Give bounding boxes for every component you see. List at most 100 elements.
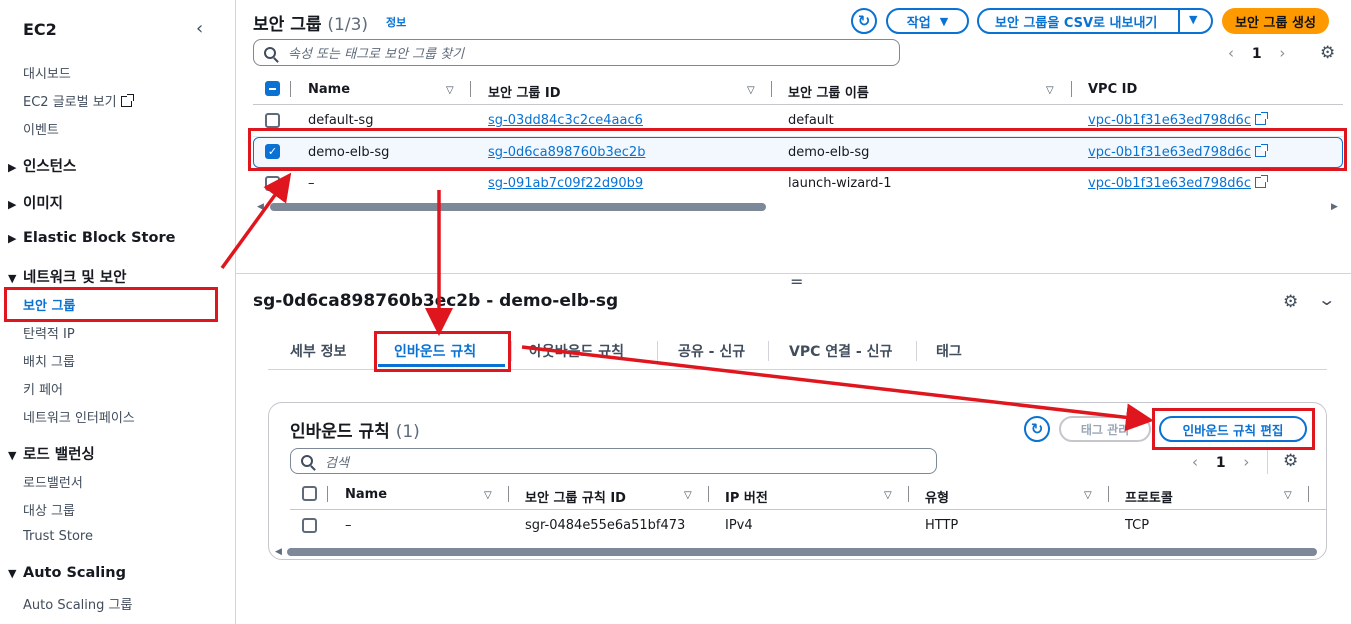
- chevron-left-icon[interactable]: ‹: [1192, 453, 1198, 471]
- sort-icon[interactable]: ▽: [684, 490, 692, 501]
- sidebar-item-trust-store[interactable]: Trust Store: [23, 529, 93, 544]
- gear-icon[interactable]: ⚙: [1320, 43, 1335, 63]
- select-all-checkbox[interactable]: [302, 486, 317, 501]
- caret-down-icon: ▼: [8, 272, 17, 285]
- divider: [1267, 450, 1268, 474]
- tab-vpc-associations[interactable]: VPC 연결 - 신규: [789, 341, 892, 361]
- create-security-group-button[interactable]: 보안 그룹 생성: [1222, 8, 1329, 34]
- chevron-left-icon[interactable]: ‹: [1228, 44, 1234, 62]
- tab-outbound-rules[interactable]: 아웃바운드 규칙: [529, 341, 624, 361]
- tab-tags[interactable]: 태그: [936, 341, 962, 361]
- column-header-vpc-id[interactable]: VPC ID: [1088, 82, 1137, 97]
- chevron-down-icon[interactable]: ⌄: [1317, 290, 1336, 309]
- row-vpc-link[interactable]: vpc-0b1f31e63ed798d6c: [1088, 112, 1268, 128]
- external-link-icon: [1254, 175, 1268, 188]
- caret-down-icon: ▼: [939, 14, 949, 28]
- sidebar-item-load-balancers[interactable]: 로드밸런서: [23, 472, 83, 491]
- highlight-box: [4, 287, 218, 322]
- row-checkbox[interactable]: [265, 176, 280, 191]
- column-divider: [708, 486, 709, 502]
- sidebar-section-load-balancing[interactable]: ▼ 로드 밸런싱: [8, 443, 95, 464]
- sidebar-section-instances[interactable]: ▶ 인스턴스: [8, 155, 76, 176]
- sidebar-item-auto-scaling-groups[interactable]: Auto Scaling 그룹: [23, 594, 132, 613]
- sort-icon[interactable]: ▽: [1284, 490, 1292, 501]
- actions-button[interactable]: 작업 ▼: [886, 8, 969, 34]
- column-header-group-name[interactable]: 보안 그룹 이름: [788, 82, 869, 101]
- search-icon: [301, 455, 313, 467]
- sidebar-section-images[interactable]: ▶ 이미지: [8, 192, 63, 213]
- sidebar-item-global-view[interactable]: EC2 글로벌 보기: [23, 91, 134, 110]
- sort-icon[interactable]: ▽: [1046, 85, 1054, 96]
- horizontal-scrollbar[interactable]: [270, 203, 766, 211]
- column-divider: [1308, 486, 1309, 502]
- sort-icon[interactable]: ▽: [884, 490, 892, 501]
- sidebar-item-elastic-ip[interactable]: 탄력적 IP: [23, 323, 75, 342]
- gear-icon[interactable]: ⚙: [1283, 451, 1298, 471]
- info-link[interactable]: 정보: [386, 14, 406, 30]
- sidebar-item-network-interfaces[interactable]: 네트워크 인터페이스: [23, 407, 135, 426]
- sidebar-item-key-pairs[interactable]: 키 페어: [23, 379, 63, 398]
- rule-type: HTTP: [925, 518, 959, 533]
- collapse-sidebar-icon[interactable]: ‹: [196, 18, 203, 39]
- pagination: ‹ 1 ›: [1192, 453, 1249, 471]
- sidebar-title: EC2: [23, 20, 57, 39]
- column-header-name[interactable]: Name: [345, 487, 387, 502]
- column-header-type[interactable]: 유형: [925, 487, 949, 506]
- external-link-icon: [120, 94, 134, 107]
- sidebar-item-placement-groups[interactable]: 배치 그룹: [23, 351, 75, 370]
- security-group-search-input[interactable]: 속성 또는 태그로 보안 그룹 찾기: [253, 39, 900, 66]
- row-checkbox[interactable]: [265, 113, 280, 128]
- rule-ip-version: IPv4: [725, 518, 753, 533]
- scroll-left-icon[interactable]: ◀: [275, 547, 282, 557]
- chevron-right-icon[interactable]: ›: [1243, 453, 1249, 471]
- refresh-icon[interactable]: ↻: [851, 8, 877, 34]
- refresh-icon[interactable]: ↻: [1024, 416, 1050, 442]
- sidebar-section-ebs[interactable]: ▶ Elastic Block Store: [8, 230, 175, 246]
- column-header-protocol[interactable]: 프로토콜: [1125, 487, 1173, 506]
- caret-down-icon: ▼: [8, 567, 17, 580]
- caret-down-icon[interactable]: ▼: [1189, 13, 1197, 26]
- row-group-id-link[interactable]: sg-091ab7c09f22d90b9: [488, 176, 643, 191]
- column-header-name[interactable]: Name: [308, 82, 350, 97]
- pagination: ‹ 1 ›: [1228, 44, 1285, 62]
- row-vpc-link[interactable]: vpc-0b1f31e63ed798d6c: [1088, 175, 1268, 191]
- page-number[interactable]: 1: [1252, 46, 1262, 62]
- row-checkbox[interactable]: [302, 518, 317, 533]
- row-group-id-link[interactable]: sg-03dd84c3c2ce4aac6: [488, 113, 643, 128]
- rule-name: –: [345, 518, 352, 533]
- sort-icon[interactable]: ▽: [1084, 490, 1092, 501]
- row-name: –: [308, 176, 315, 191]
- inbound-rules-title: 인바운드 규칙 (1): [290, 422, 420, 442]
- scroll-right-icon[interactable]: ▶: [1331, 202, 1338, 212]
- caret-right-icon: ▶: [8, 198, 17, 211]
- tab-sharing[interactable]: 공유 - 신규: [678, 341, 745, 361]
- column-divider: [470, 81, 471, 97]
- sort-icon[interactable]: ▽: [446, 85, 454, 96]
- column-header-rule-id[interactable]: 보안 그룹 규칙 ID: [525, 487, 626, 506]
- page-title: 보안 그룹 (1/3): [253, 15, 369, 35]
- sidebar-item-target-groups[interactable]: 대상 그룹: [23, 500, 75, 519]
- tab-details[interactable]: 세부 정보: [290, 341, 346, 361]
- tab-divider: [916, 341, 917, 361]
- tab-divider: [657, 341, 658, 361]
- select-all-checkbox[interactable]: [265, 81, 280, 96]
- column-header-ip-version[interactable]: IP 버전: [725, 487, 768, 506]
- sort-icon[interactable]: ▽: [747, 85, 755, 96]
- page-number[interactable]: 1: [1216, 455, 1226, 471]
- column-header-group-id[interactable]: 보안 그룹 ID: [488, 82, 561, 101]
- scroll-left-icon[interactable]: ◀: [257, 202, 264, 212]
- split-divider: [1178, 10, 1180, 32]
- column-divider: [327, 486, 328, 502]
- sort-icon[interactable]: ▽: [484, 490, 492, 501]
- inbound-search-input[interactable]: 검색: [290, 448, 937, 474]
- sidebar-section-auto-scaling[interactable]: ▼ Auto Scaling: [8, 565, 126, 581]
- sidebar-item-dashboard[interactable]: 대시보드: [23, 63, 71, 82]
- horizontal-scrollbar[interactable]: [287, 548, 1317, 556]
- rule-protocol: TCP: [1125, 518, 1150, 533]
- chevron-right-icon[interactable]: ›: [1279, 44, 1285, 62]
- resize-handle[interactable]: =: [790, 272, 803, 291]
- sidebar-section-network[interactable]: ▼ 네트워크 및 보안: [8, 266, 126, 287]
- manage-tags-button[interactable]: 태그 관리: [1059, 416, 1151, 442]
- gear-icon[interactable]: ⚙: [1283, 292, 1298, 312]
- sidebar-item-events[interactable]: 이벤트: [23, 119, 59, 138]
